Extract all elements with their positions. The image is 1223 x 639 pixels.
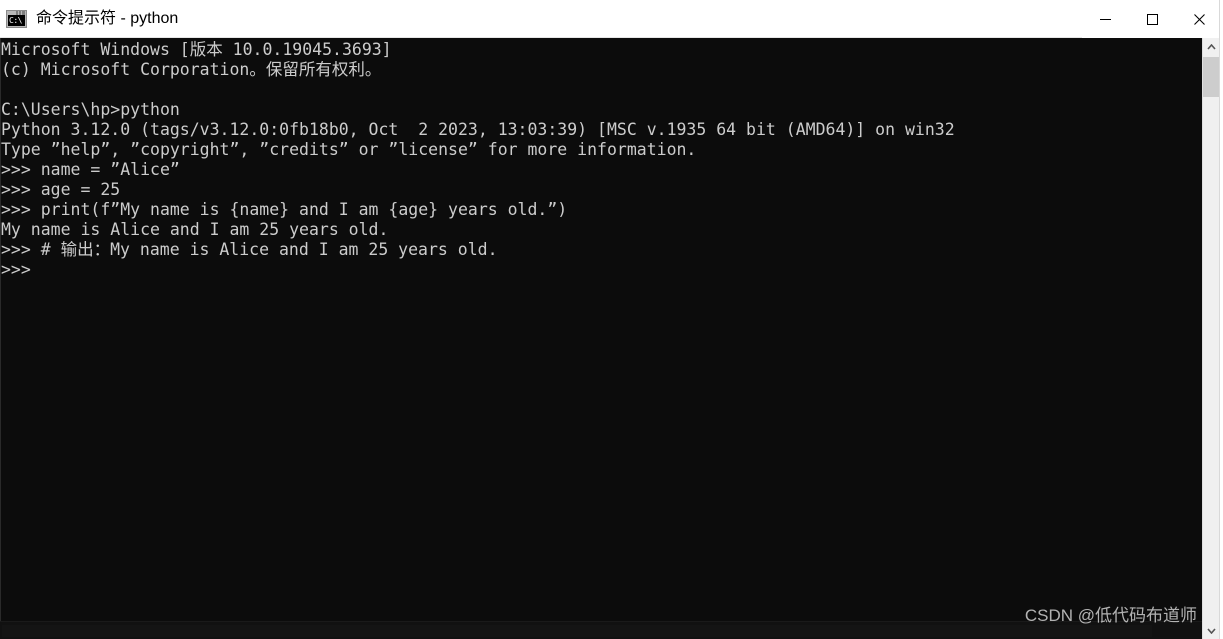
terminal-line: My name is Alice and I am 25 years old. [1,220,389,239]
scroll-down-button[interactable] [1203,622,1220,639]
chevron-down-icon [1207,627,1216,634]
minimize-icon [1100,18,1111,20]
maximize-icon [1147,13,1158,25]
terminal-line: C:\Users\hp>python [1,100,180,119]
terminal-line: Type ”help”, ”copyright”, ”credits” or ”… [1,140,697,159]
window-title: 命令提示符 - python [36,9,179,27]
title-bar[interactable]: C:\ 命令提示符 - python [0,0,1223,38]
title-bar-left: C:\ 命令提示符 - python [0,0,178,38]
horizontal-scroll-thumb[interactable] [2,625,1152,637]
cmd-icon[interactable]: C:\ [6,9,27,28]
window-right-border [1219,0,1223,639]
terminal-prompt-line: >>> [1,260,31,279]
horizontal-scrollbar[interactable] [0,621,1202,639]
command-prompt-window: C:\ 命令提示符 - python Microsoft Windows [版本… [0,0,1223,639]
scroll-up-button[interactable] [1203,38,1220,55]
cmd-icon-screen-text: C:\ [8,14,25,26]
chevron-up-icon [1207,43,1216,50]
terminal-line: >>> # 输出：My name is Alice and I am 25 ye… [1,240,498,259]
terminal-output[interactable]: Microsoft Windows [版本 10.0.19045.3693] (… [0,38,1202,621]
close-button[interactable] [1176,0,1223,38]
window-left-border [0,38,1,639]
terminal-line: (c) Microsoft Corporation。保留所有权利。 [1,60,382,79]
minimize-button[interactable] [1082,0,1129,38]
close-icon [1194,13,1205,25]
window-controls [1082,0,1223,38]
watermark: CSDN @低代码布道师 [1024,606,1197,625]
maximize-button[interactable] [1129,0,1176,38]
terminal-line: >>> print(f”My name is {name} and I am {… [1,200,568,219]
vertical-scroll-thumb[interactable] [1203,57,1220,97]
terminal-line: >>> age = 25 [1,180,121,199]
vertical-scrollbar[interactable] [1202,38,1220,639]
terminal-line: Microsoft Windows [版本 10.0.19045.3693] [1,40,392,59]
terminal-line: Python 3.12.0 (tags/v3.12.0:0fb18b0, Oct… [1,120,955,139]
terminal-line: >>> name = ”Alice” [1,160,180,179]
